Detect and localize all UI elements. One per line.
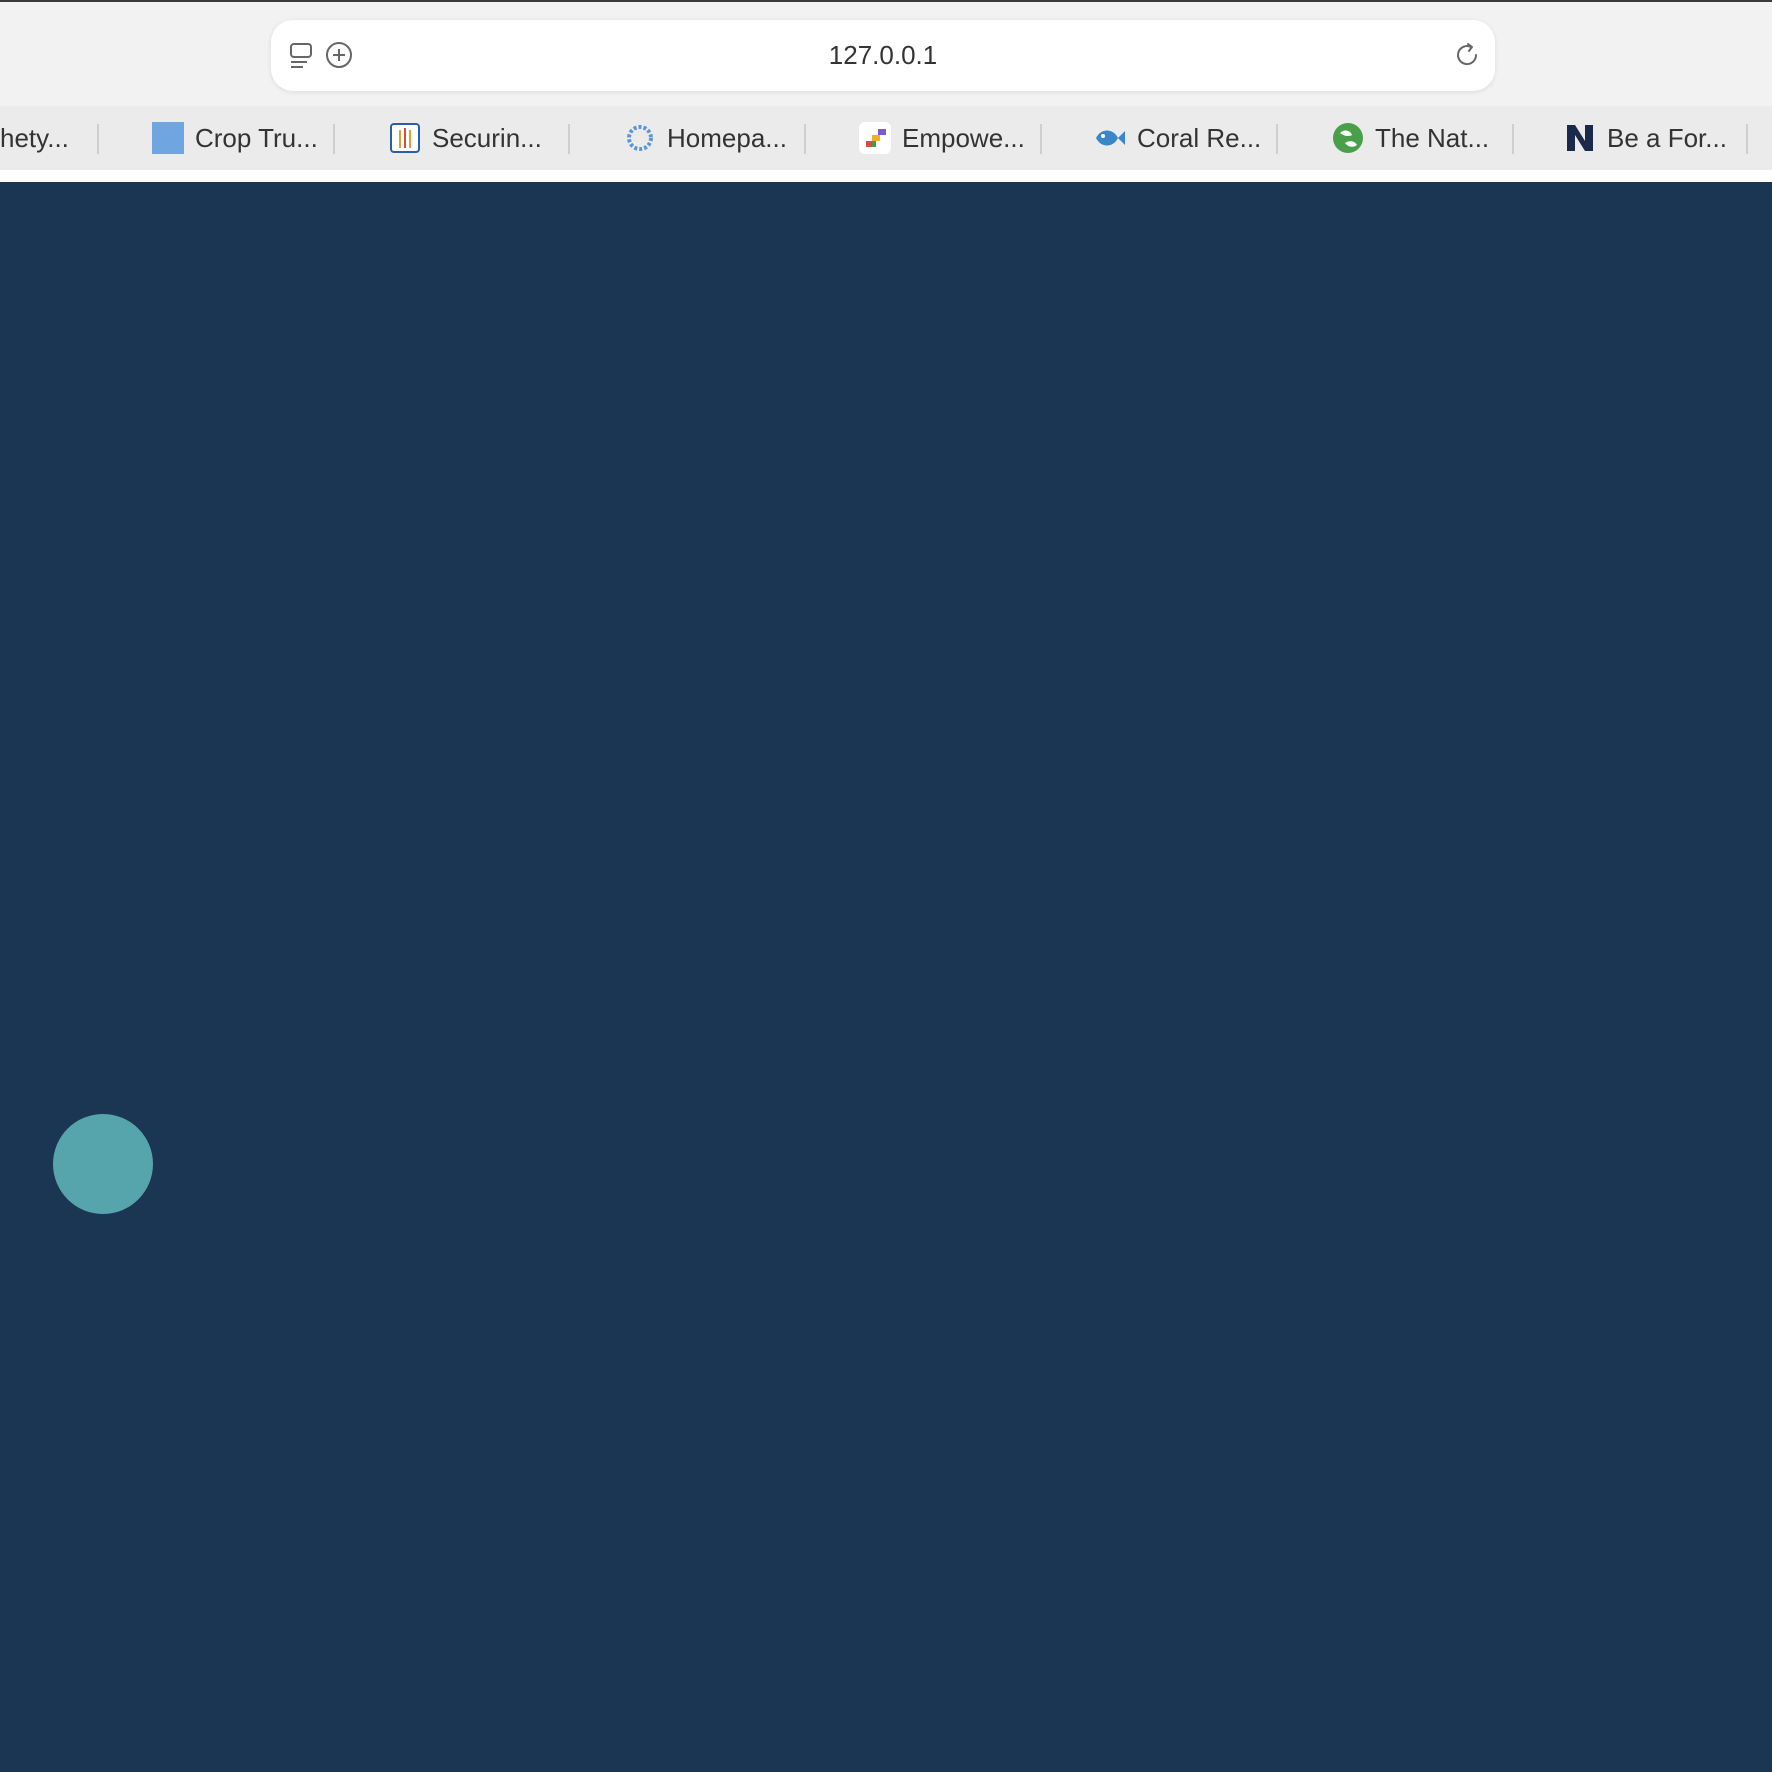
fish-icon xyxy=(1093,121,1127,155)
bookmark-item[interactable]: Empowe... xyxy=(858,106,1025,170)
browser-window: 127.0.0.1 hety... Crop Tru... Securin...… xyxy=(0,0,1772,1772)
bookmark-item[interactable]: hety... xyxy=(0,106,69,170)
letter-n-icon xyxy=(1563,121,1597,155)
bookmark-separator xyxy=(1040,124,1042,154)
bookmark-item[interactable]: Homepa... xyxy=(623,106,787,170)
bookmark-label: Be a For... xyxy=(1607,122,1727,153)
blue-square-icon xyxy=(151,121,185,155)
bookmark-label: Crop Tru... xyxy=(195,122,318,153)
bookmark-item[interactable]: Securin... xyxy=(388,106,542,170)
bookmark-item[interactable]: Crop Tru... xyxy=(151,106,318,170)
url-text[interactable]: 127.0.0.1 xyxy=(271,20,1495,91)
address-bar[interactable]: 127.0.0.1 xyxy=(271,20,1495,91)
bookmark-separator xyxy=(1276,124,1278,154)
browser-toolbar: 127.0.0.1 xyxy=(0,2,1772,106)
content-top-gap xyxy=(0,170,1772,182)
globe-leaf-icon xyxy=(1331,121,1365,155)
bookmark-label: hety... xyxy=(0,122,69,153)
bookmark-label: Coral Re... xyxy=(1137,122,1262,153)
bookmark-item[interactable]: The Nat... xyxy=(1331,106,1489,170)
bookmark-separator xyxy=(568,124,570,154)
bookmark-label: Homepa... xyxy=(667,122,787,153)
bookmark-separator xyxy=(804,124,806,154)
bookmark-label: The Nat... xyxy=(1375,122,1490,153)
bookmarks-bar: hety... Crop Tru... Securin... Homepa...… xyxy=(0,106,1772,171)
bookmark-separator xyxy=(333,124,335,154)
page-content xyxy=(0,182,1772,1772)
bookmark-separator xyxy=(97,124,99,154)
reload-icon[interactable] xyxy=(1452,40,1482,70)
bookmark-item[interactable]: Coral Re... xyxy=(1093,106,1261,170)
bookmark-item[interactable]: Be a For... xyxy=(1563,106,1727,170)
bookmark-label: Securin... xyxy=(432,122,542,153)
ring-icon xyxy=(623,121,657,155)
bookmark-separator xyxy=(1746,124,1748,154)
bookmark-separator xyxy=(1512,124,1514,154)
teal-circle[interactable] xyxy=(53,1114,153,1214)
wheat-icon xyxy=(388,121,422,155)
colorful-stripes-icon xyxy=(858,121,892,155)
bookmark-label: Empowe... xyxy=(902,122,1025,153)
